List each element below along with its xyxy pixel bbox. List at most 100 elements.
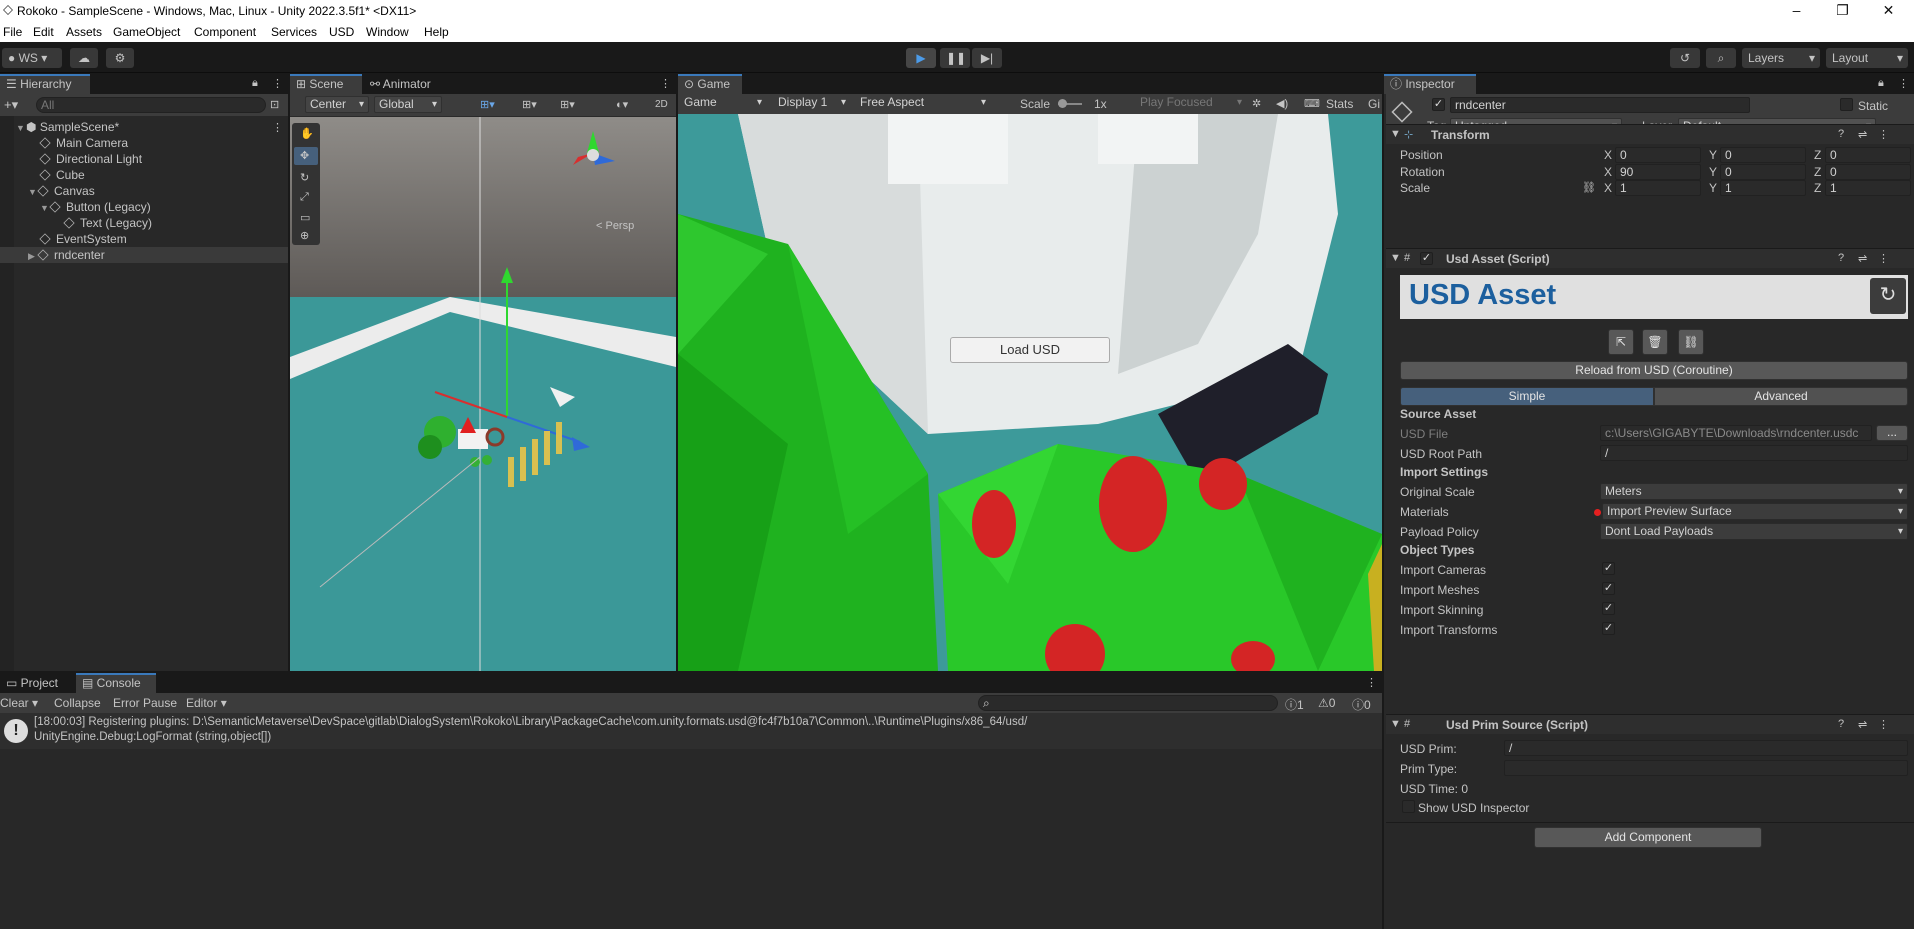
hierarchy-item[interactable]: Main Camera (0, 135, 288, 151)
display-dropdown[interactable]: Display 1 (774, 95, 850, 112)
global-dropdown[interactable]: Global (374, 96, 442, 113)
usd-asset-enabled-checkbox[interactable]: ✓ (1420, 252, 1433, 265)
transform-position-z-field[interactable]: 0 (1825, 147, 1911, 163)
prim-preset-icon[interactable]: ⇌ (1858, 718, 1867, 731)
prim-type-field[interactable] (1504, 760, 1908, 776)
add-icon[interactable]: +▾ (4, 97, 18, 113)
play-focused-dropdown[interactable]: Play Focused (1136, 95, 1246, 112)
hierarchy-item[interactable]: ▼ Button (Legacy) (0, 199, 288, 215)
object-name-field[interactable]: rndcenter (1450, 97, 1750, 113)
aspect-dropdown[interactable]: Free Aspect (856, 95, 990, 112)
materials-dropdown[interactable]: Import Preview Surface (1602, 503, 1908, 520)
payload-policy-dropdown[interactable]: Dont Load Payloads (1600, 523, 1908, 540)
clear-button[interactable]: Clear ▾ (0, 696, 38, 710)
hierarchy-search-input[interactable]: All (36, 97, 266, 113)
usd-collapse-arrow-icon[interactable]: ▼ (1390, 252, 1401, 264)
import-icon[interactable]: ⇱ (1608, 329, 1634, 355)
help-icon[interactable]: ? (1838, 128, 1844, 140)
prim-collapse-arrow-icon[interactable]: ▼ (1390, 718, 1401, 730)
persp-label[interactable]: < Persp (596, 220, 634, 232)
search-icon[interactable]: ⌕ (1706, 48, 1736, 68)
menu-component[interactable]: Component (194, 25, 256, 39)
prim-source-header[interactable]: ▼ # Usd Prim Source (Script) ? ⇌ ⋮ (1386, 714, 1914, 734)
object-type-checkbox[interactable]: ✓ (1602, 602, 1615, 615)
layout-dropdown[interactable]: Layout ▾ (1826, 48, 1908, 68)
advanced-tab[interactable]: Advanced (1654, 387, 1908, 406)
scale-tool-icon[interactable]: ⤢ (300, 191, 309, 204)
console-search-input[interactable]: ⌕ (978, 695, 1278, 711)
menu-assets[interactable]: Assets (66, 25, 102, 39)
object-type-checkbox[interactable]: ✓ (1602, 562, 1615, 575)
shading-icon[interactable]: ◐▾ (616, 98, 628, 111)
snap-icon[interactable]: ⊞▾ (522, 98, 537, 111)
bug-icon[interactable]: ✲ (1252, 97, 1261, 110)
hierarchy-item[interactable]: Directional Light (0, 151, 288, 167)
collapse-button[interactable]: Collapse (54, 696, 101, 710)
prim-help-icon[interactable]: ? (1838, 718, 1844, 730)
rect-tool-icon[interactable]: ▭ (300, 211, 310, 224)
log-count[interactable]: ⓘ1 (1285, 696, 1304, 713)
cloud-icon[interactable]: ☁ (70, 48, 98, 68)
transform-scale-x-field[interactable]: 1 (1615, 180, 1701, 196)
play-button[interactable]: ▶ (906, 48, 936, 68)
expand-icon[interactable]: ▼ (28, 184, 38, 200)
usd-help-icon[interactable]: ? (1838, 252, 1844, 264)
maximize-icon[interactable]: ❐ (1820, 0, 1865, 22)
root-path-field[interactable]: / (1600, 445, 1908, 461)
move-tool-icon[interactable]: ✥ (300, 149, 309, 162)
collapse-arrow-icon[interactable]: ▼ (1390, 128, 1401, 140)
component-menu-icon[interactable]: ⋮ (1878, 128, 1889, 141)
rotate-tool-icon[interactable]: ↻ (300, 171, 309, 184)
menu-edit[interactable]: Edit (33, 25, 54, 39)
transform-scale-z-field[interactable]: 1 (1825, 180, 1911, 196)
inspector-more-icon[interactable]: ⋮ (1898, 77, 1909, 90)
expand-icon[interactable]: ▼ (40, 200, 50, 216)
transform-header[interactable]: ▼ ⊹ Transform ? ⇌ ⋮ (1386, 124, 1914, 144)
more-icon[interactable]: ⋮ (272, 77, 283, 90)
tab-game[interactable]: ⊙ Game (678, 74, 742, 94)
scene-menu-icon[interactable]: ⋮ (272, 120, 283, 136)
editor-dropdown[interactable]: Editor ▾ (186, 696, 227, 710)
tab-project[interactable]: ▭ Project (0, 673, 72, 693)
transform-rotation-y-field[interactable]: 0 (1720, 163, 1806, 180)
pause-button[interactable]: ❚❚ (940, 48, 970, 68)
tab-hierarchy[interactable]: ☰ Hierarchy (0, 74, 90, 94)
menu-file[interactable]: File (3, 25, 22, 39)
expand-icon[interactable]: ▶ (28, 248, 38, 264)
close-icon[interactable]: ✕ (1866, 0, 1911, 22)
inspector-lock-icon[interactable]: 🔒︎ (1878, 77, 1884, 90)
delete-icon[interactable]: 🗑︎ (1642, 329, 1668, 355)
scene-visibility-icon[interactable]: ⊡ (270, 98, 279, 111)
prim-menu-icon[interactable]: ⋮ (1878, 718, 1889, 731)
hierarchy-item[interactable]: Cube (0, 167, 288, 183)
gizmos-button[interactable]: Gi (1368, 97, 1380, 111)
usd-asset-header[interactable]: ▼ # ✓ Usd Asset (Script) ? ⇌ ⋮ (1386, 248, 1914, 268)
hierarchy-item[interactable]: Text (Legacy) (0, 215, 288, 231)
simple-tab[interactable]: Simple (1400, 387, 1654, 406)
audio-icon[interactable]: ◀) (1276, 97, 1288, 110)
tab-scene[interactable]: ⊞ Scene (290, 74, 362, 94)
tab-inspector[interactable]: ⓘ Inspector (1384, 74, 1476, 94)
constrain-proportions-icon[interactable]: ⛓ (1582, 181, 1596, 194)
static-checkbox[interactable] (1840, 98, 1853, 111)
menu-services[interactable]: Services (271, 25, 317, 39)
scene-row[interactable]: ▼⬢ SampleScene* ⋮ (0, 119, 288, 135)
hand-tool-icon[interactable]: ✋ (300, 127, 314, 140)
usd-preset-icon[interactable]: ⇌ (1858, 252, 1867, 265)
menu-gameobject[interactable]: GameObject (113, 25, 180, 39)
refresh-icon[interactable]: ↻ (1870, 278, 1906, 314)
menu-window[interactable]: Window (366, 25, 409, 39)
original-scale-dropdown[interactable]: Meters (1600, 483, 1908, 500)
hierarchy-item[interactable]: ▼ Canvas (0, 183, 288, 199)
hierarchy-item[interactable]: ▶ rndcenter (0, 247, 288, 263)
scene-more-icon[interactable]: ⋮ (660, 77, 671, 90)
usd-file-field[interactable]: c:\Users\GIGABYTE\Downloads\rndcenter.us… (1600, 425, 1872, 441)
increment-snap-icon[interactable]: ⊞▾ (560, 98, 575, 111)
show-usd-inspector-checkbox[interactable] (1402, 800, 1415, 813)
active-checkbox[interactable]: ✓ (1432, 98, 1445, 111)
add-component-button[interactable]: Add Component (1534, 827, 1762, 848)
usd-prim-field[interactable]: / (1504, 740, 1908, 756)
history-icon[interactable]: ↺ (1670, 48, 1700, 68)
scene-viewport[interactable]: ✋ ✥ ↻ ⤢ ▭ ⊕ < Persp (290, 117, 676, 671)
mode2d-toggle[interactable]: 2D (655, 99, 668, 110)
